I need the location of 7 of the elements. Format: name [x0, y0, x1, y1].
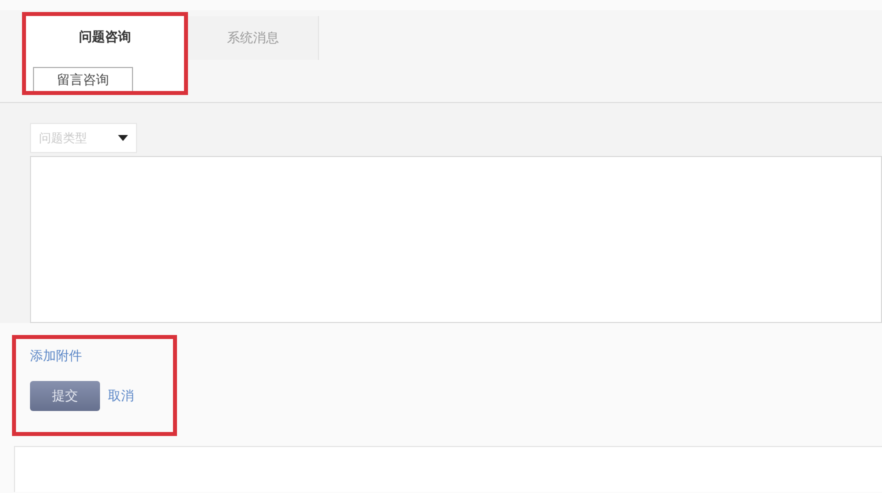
tab[interactable]: 系统消息 — [188, 16, 319, 60]
message-field[interactable] — [30, 156, 882, 323]
cancel-link[interactable]: 取消 — [108, 387, 134, 405]
sub-tab[interactable]: 留言咨询 — [33, 67, 133, 91]
attach-link[interactable]: 添加附件 — [30, 347, 82, 365]
submit-button[interactable]: 提交 — [30, 381, 100, 411]
caret-icon — [118, 135, 128, 141]
